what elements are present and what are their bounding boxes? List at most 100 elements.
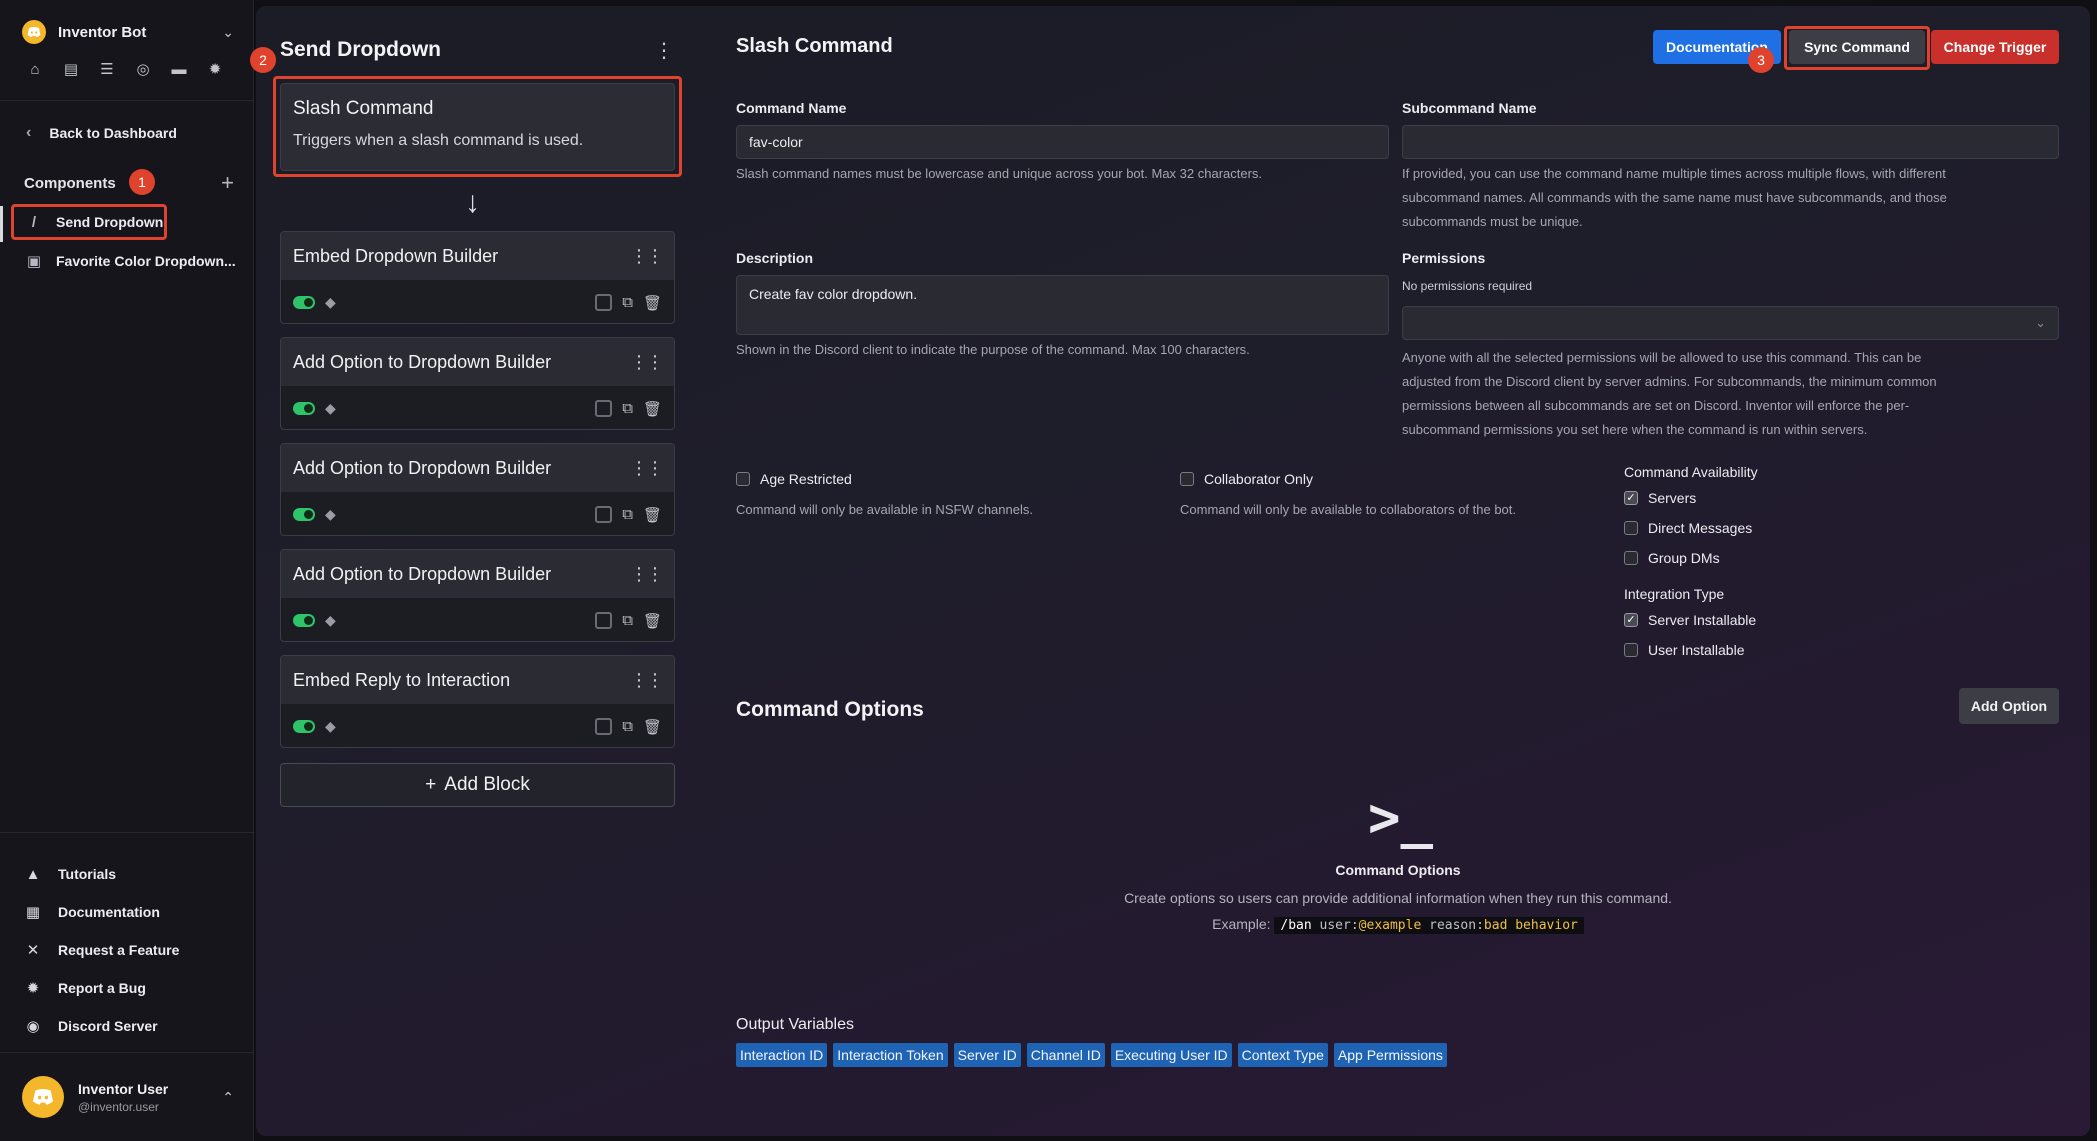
discord-server-link[interactable]: ◉ Discord Server — [24, 1007, 179, 1045]
flow-block[interactable]: Embed Dropdown Builder ⋮⋮ ◆ ⧉ 🗑 — [280, 231, 675, 324]
output-variables-title: Output Variables — [736, 1016, 854, 1033]
tag-icon[interactable]: ◆ — [325, 506, 336, 523]
server-installable-checkbox[interactable]: ✓ Server Installable — [1624, 612, 1756, 628]
enabled-toggle[interactable] — [293, 296, 315, 309]
checkbox[interactable] — [1624, 521, 1638, 535]
variable-chip[interactable]: Channel ID — [1026, 1043, 1105, 1067]
add-option-button[interactable]: Add Option — [1959, 688, 2059, 724]
main-panel: Send Dropdown ⋮ 2 Slash Command Triggers… — [250, 6, 2090, 1136]
flow-block[interactable]: Add Option to Dropdown Builder ⋮⋮ ◆ ⧉ 🗑 — [280, 443, 675, 536]
change-trigger-button[interactable]: Change Trigger — [1931, 30, 2059, 64]
copy-icon[interactable]: ⧉ — [622, 506, 633, 523]
sync-command-button[interactable]: Sync Command — [1789, 30, 1925, 64]
select-checkbox[interactable] — [595, 506, 613, 523]
servers-checkbox[interactable]: ✓ Servers — [1624, 490, 1696, 506]
description-label: Description — [736, 250, 814, 266]
option-label: User Installable — [1648, 642, 1745, 658]
copy-icon[interactable]: ⧉ — [622, 612, 633, 629]
add-block-button[interactable]: + Add Block — [280, 763, 675, 807]
enabled-toggle[interactable] — [293, 614, 315, 627]
example-key: user: — [1319, 918, 1359, 933]
flow-block[interactable]: Add Option to Dropdown Builder ⋮⋮ ◆ ⧉ 🗑 — [280, 337, 675, 430]
checkbox[interactable] — [1624, 643, 1638, 657]
trash-icon[interactable]: 🗑 — [643, 294, 662, 312]
example-value: bad behavior — [1483, 918, 1578, 933]
description-textarea[interactable]: Create fav color dropdown. — [736, 275, 1389, 335]
flow-block[interactable]: Embed Reply to Interaction ⋮⋮ ◆ ⧉ 🗑 — [280, 655, 675, 748]
flow-title: Send Dropdown — [280, 38, 441, 61]
back-to-dashboard-link[interactable]: ‹ Back to Dashboard — [26, 124, 177, 142]
tag-icon[interactable]: ◆ — [325, 718, 336, 735]
trash-icon[interactable]: 🗑 — [643, 612, 662, 630]
user-installable-checkbox[interactable]: User Installable — [1624, 642, 1745, 658]
age-restricted-label: Age Restricted — [760, 471, 852, 487]
component-item-favorite-color[interactable]: ▣ Favorite Color Dropdown... — [14, 243, 244, 279]
request-feature-link[interactable]: ✕ Request a Feature — [24, 931, 180, 969]
direct-messages-checkbox[interactable]: Direct Messages — [1624, 520, 1752, 536]
bug-icon[interactable]: ✹ — [206, 60, 224, 78]
chevron-down-icon[interactable]: ⌄ — [222, 24, 234, 41]
user-menu[interactable]: Inventor User @inventor.user ⌃ — [22, 1076, 234, 1118]
window-icon: ▣ — [26, 253, 42, 270]
group-dms-checkbox[interactable]: Group DMs — [1624, 550, 1720, 566]
add-component-icon[interactable]: + — [221, 170, 234, 196]
checkbox[interactable] — [736, 472, 750, 486]
globe-icon[interactable]: ◎ — [134, 60, 152, 78]
bot-switcher[interactable]: Inventor Bot ⌄ — [22, 20, 234, 44]
copy-icon[interactable]: ⧉ — [622, 294, 633, 311]
variable-chip[interactable]: Server ID — [953, 1043, 1021, 1067]
drag-handle-icon[interactable]: ⋮⋮ — [630, 564, 664, 585]
enabled-toggle[interactable] — [293, 508, 315, 521]
collaborator-only-label: Collaborator Only — [1204, 471, 1313, 487]
library-icon[interactable]: ▤ — [62, 60, 80, 78]
tag-icon[interactable]: ◆ — [325, 400, 336, 417]
checkbox[interactable]: ✓ — [1624, 613, 1638, 627]
select-checkbox[interactable] — [595, 294, 613, 311]
report-bug-link[interactable]: ✹ Report a Bug — [24, 969, 179, 1007]
tag-icon[interactable]: ◆ — [325, 294, 336, 311]
drag-handle-icon[interactable]: ⋮⋮ — [630, 352, 664, 373]
select-checkbox[interactable] — [595, 718, 613, 735]
tutorials-link[interactable]: ▲ Tutorials — [24, 855, 179, 893]
variable-chip[interactable]: Interaction ID — [736, 1043, 828, 1067]
trash-icon[interactable]: 🗑 — [643, 718, 662, 736]
command-name-input[interactable] — [736, 125, 1389, 159]
select-checkbox[interactable] — [595, 612, 613, 629]
enabled-toggle[interactable] — [293, 720, 315, 733]
plus-icon: + — [425, 774, 437, 795]
trash-icon[interactable]: 🗑 — [643, 506, 662, 524]
drag-handle-icon[interactable]: ⋮⋮ — [630, 458, 664, 479]
more-options-icon[interactable]: ⋮ — [654, 38, 674, 63]
variable-chip[interactable]: Context Type — [1237, 1043, 1328, 1067]
checkbox[interactable]: ✓ — [1624, 491, 1638, 505]
component-item-send-dropdown[interactable]: / Send Dropdown — [11, 204, 167, 240]
subcommand-name-input[interactable] — [1402, 125, 2059, 159]
divider — [0, 1052, 254, 1053]
variable-chip[interactable]: App Permissions — [1333, 1043, 1447, 1067]
server-icon[interactable]: ▬ — [170, 60, 188, 78]
link-label: Report a Bug — [58, 980, 146, 996]
trash-icon[interactable]: 🗑 — [643, 400, 662, 418]
trigger-card[interactable]: Slash Command Triggers when a slash comm… — [280, 83, 675, 171]
copy-icon[interactable]: ⧉ — [622, 718, 633, 735]
age-restricted-checkbox[interactable]: Age Restricted — [736, 471, 852, 487]
enabled-toggle[interactable] — [293, 402, 315, 415]
collaborator-only-checkbox[interactable]: Collaborator Only — [1180, 471, 1313, 487]
select-checkbox[interactable] — [595, 400, 613, 417]
checkbox[interactable] — [1624, 551, 1638, 565]
drag-handle-icon[interactable]: ⋮⋮ — [630, 670, 664, 691]
permissions-select[interactable]: ⌄ — [1402, 306, 2059, 340]
checkbox[interactable] — [1180, 472, 1194, 486]
database-icon[interactable]: ☰ — [98, 60, 116, 78]
variable-chip[interactable]: Interaction Token — [833, 1043, 948, 1067]
drag-handle-icon[interactable]: ⋮⋮ — [630, 246, 664, 267]
example-code: /ban user:@example reason:bad behavior — [1274, 917, 1584, 934]
tag-icon[interactable]: ◆ — [325, 612, 336, 629]
documentation-link[interactable]: ▦ Documentation — [24, 893, 179, 931]
empty-state-description: Create options so users can provide addi… — [1124, 890, 1672, 906]
copy-icon[interactable]: ⧉ — [622, 400, 633, 417]
variable-chip[interactable]: Executing User ID — [1110, 1043, 1232, 1067]
home-icon[interactable]: ⌂ — [26, 60, 44, 78]
chevron-up-icon[interactable]: ⌃ — [222, 1089, 234, 1106]
flow-block[interactable]: Add Option to Dropdown Builder ⋮⋮ ◆ ⧉ 🗑 — [280, 549, 675, 642]
